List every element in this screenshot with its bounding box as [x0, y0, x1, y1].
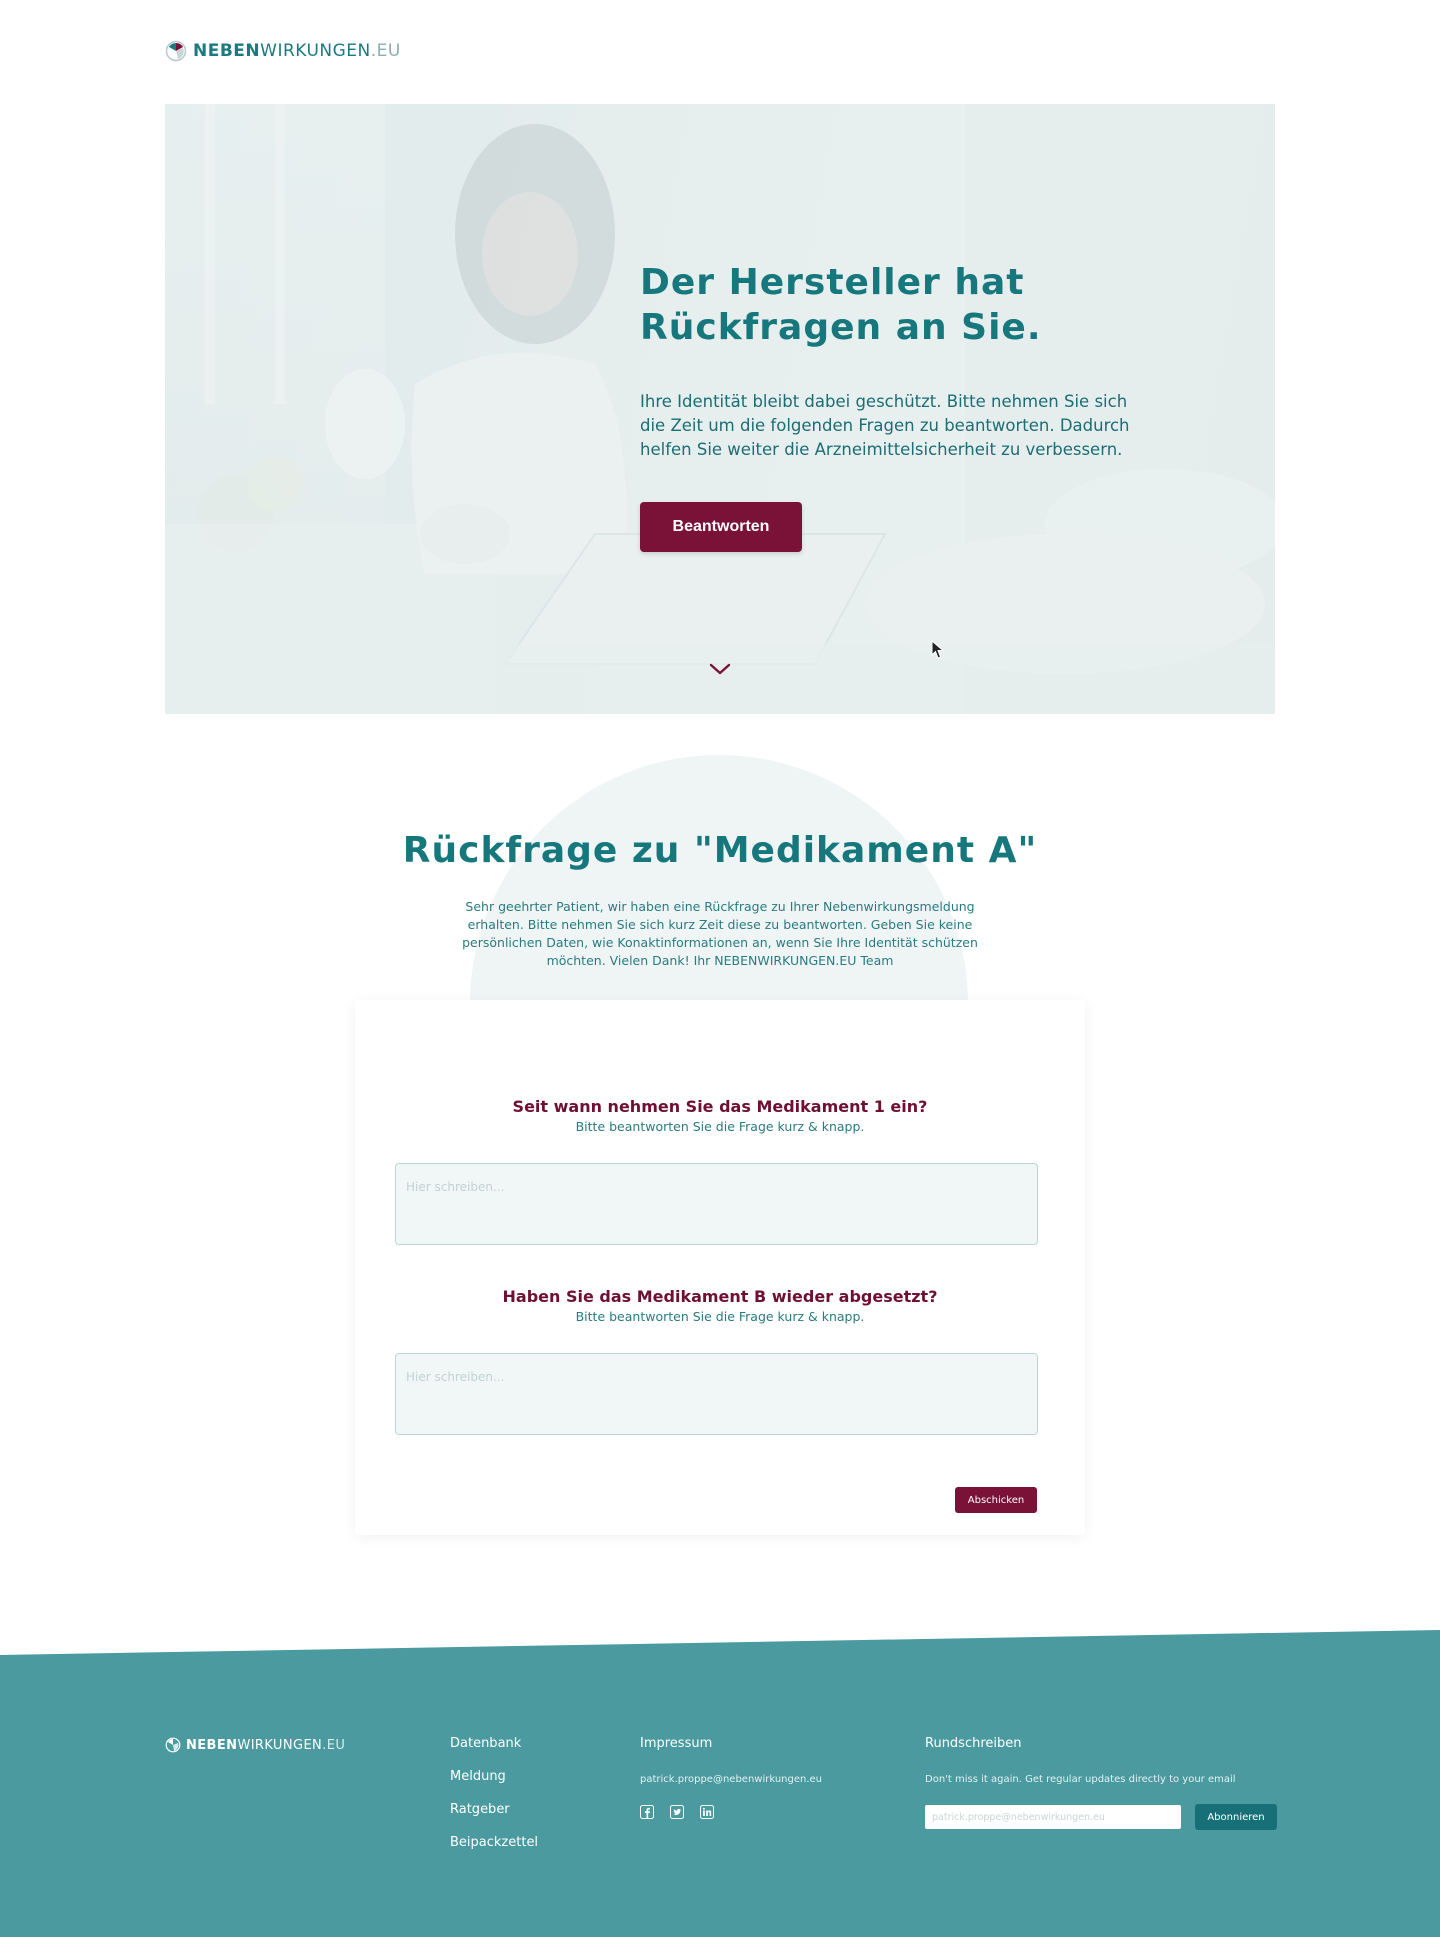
newsletter-email-input[interactable] — [925, 1805, 1181, 1829]
hero-title-line1: Der Hersteller hat — [640, 262, 1025, 303]
mouse-cursor-icon — [931, 640, 945, 659]
footer-logo[interactable]: NEBENWIRKUNGEN.EU — [165, 1737, 345, 1753]
footer-nav: Datenbank Meldung Ratgeber Beipackzettel — [450, 1736, 538, 1868]
subscribe-button[interactable]: Abonnieren — [1195, 1804, 1277, 1830]
footer-link-datenbank[interactable]: Datenbank — [450, 1736, 538, 1752]
logo-mark-icon — [165, 40, 187, 62]
question-2-hint: Bitte beantworten Sie die Frage kurz & k… — [575, 1309, 865, 1324]
footer-logo-mark-icon — [165, 1737, 181, 1753]
logo-text: NEBENWIRKUNGEN.EU — [193, 41, 401, 61]
hero-banner: Der Hersteller hat Rückfragen an Sie. Ih… — [165, 104, 1275, 714]
question-card: Seit wann nehmen Sie das Medikament 1 ei… — [355, 1000, 1085, 1535]
question-1-title: Seit wann nehmen Sie das Medikament 1 ei… — [512, 1097, 928, 1116]
impressum-email[interactable]: patrick.proppe@nebenwirkungen.eu — [640, 1774, 822, 1785]
footer-logo-text: NEBENWIRKUNGEN.EU — [186, 1737, 346, 1753]
site-footer: NEBENWIRKUNGEN.EU Datenbank Meldung Ratg… — [0, 1630, 1440, 1937]
footer-link-beipackzettel[interactable]: Beipackzettel — [450, 1835, 538, 1851]
facebook-icon[interactable] — [640, 1805, 654, 1819]
hero-title-line2: Rückfragen an Sie. — [640, 307, 1042, 348]
twitter-icon[interactable] — [670, 1805, 684, 1819]
hero-title: Der Hersteller hat Rückfragen an Sie. — [640, 260, 1140, 350]
submit-button[interactable]: Abschicken — [955, 1487, 1037, 1513]
answer-1-field[interactable] — [395, 1163, 1038, 1245]
question-2: Haben Sie das Medikament B wieder abgese… — [355, 1287, 1085, 1324]
footer-link-ratgeber[interactable]: Ratgeber — [450, 1802, 538, 1818]
answer-2-field[interactable] — [395, 1353, 1038, 1435]
site-logo[interactable]: NEBENWIRKUNGEN.EU — [165, 40, 401, 62]
question-2-title: Haben Sie das Medikament B wieder abgese… — [502, 1287, 938, 1306]
footer-link-meldung[interactable]: Meldung — [450, 1769, 538, 1785]
hero-content: Der Hersteller hat Rückfragen an Sie. Ih… — [640, 260, 1140, 552]
question-1-hint: Bitte beantworten Sie die Frage kurz & k… — [575, 1119, 865, 1134]
newsletter-form: Abonnieren — [925, 1804, 1277, 1830]
answer-button[interactable]: Beantworten — [640, 502, 802, 552]
question-1: Seit wann nehmen Sie das Medikament 1 ei… — [355, 1097, 1085, 1134]
newsletter-heading: Rundschreiben — [925, 1736, 1022, 1751]
social-links — [640, 1805, 822, 1819]
linkedin-icon[interactable] — [700, 1805, 714, 1819]
footer-newsletter: Rundschreiben Don't miss it again. Get r… — [925, 1736, 1277, 1830]
footer-impressum: Impressum patrick.proppe@nebenwirkungen.… — [640, 1736, 822, 1819]
site-header: NEBENWIRKUNGEN.EU — [165, 38, 401, 64]
section-title: Rückfrage zu "Medikament A" — [402, 830, 1038, 871]
impressum-heading[interactable]: Impressum — [640, 1736, 822, 1751]
scroll-down-chevron-icon[interactable] — [709, 662, 731, 676]
hero-text: Ihre Identität bleibt dabei geschützt. B… — [640, 392, 1130, 459]
newsletter-description: Don't miss it again. Get regular updates… — [925, 1774, 1236, 1785]
section-intro: Sehr geehrter Patient, wir haben eine Rü… — [462, 899, 978, 968]
